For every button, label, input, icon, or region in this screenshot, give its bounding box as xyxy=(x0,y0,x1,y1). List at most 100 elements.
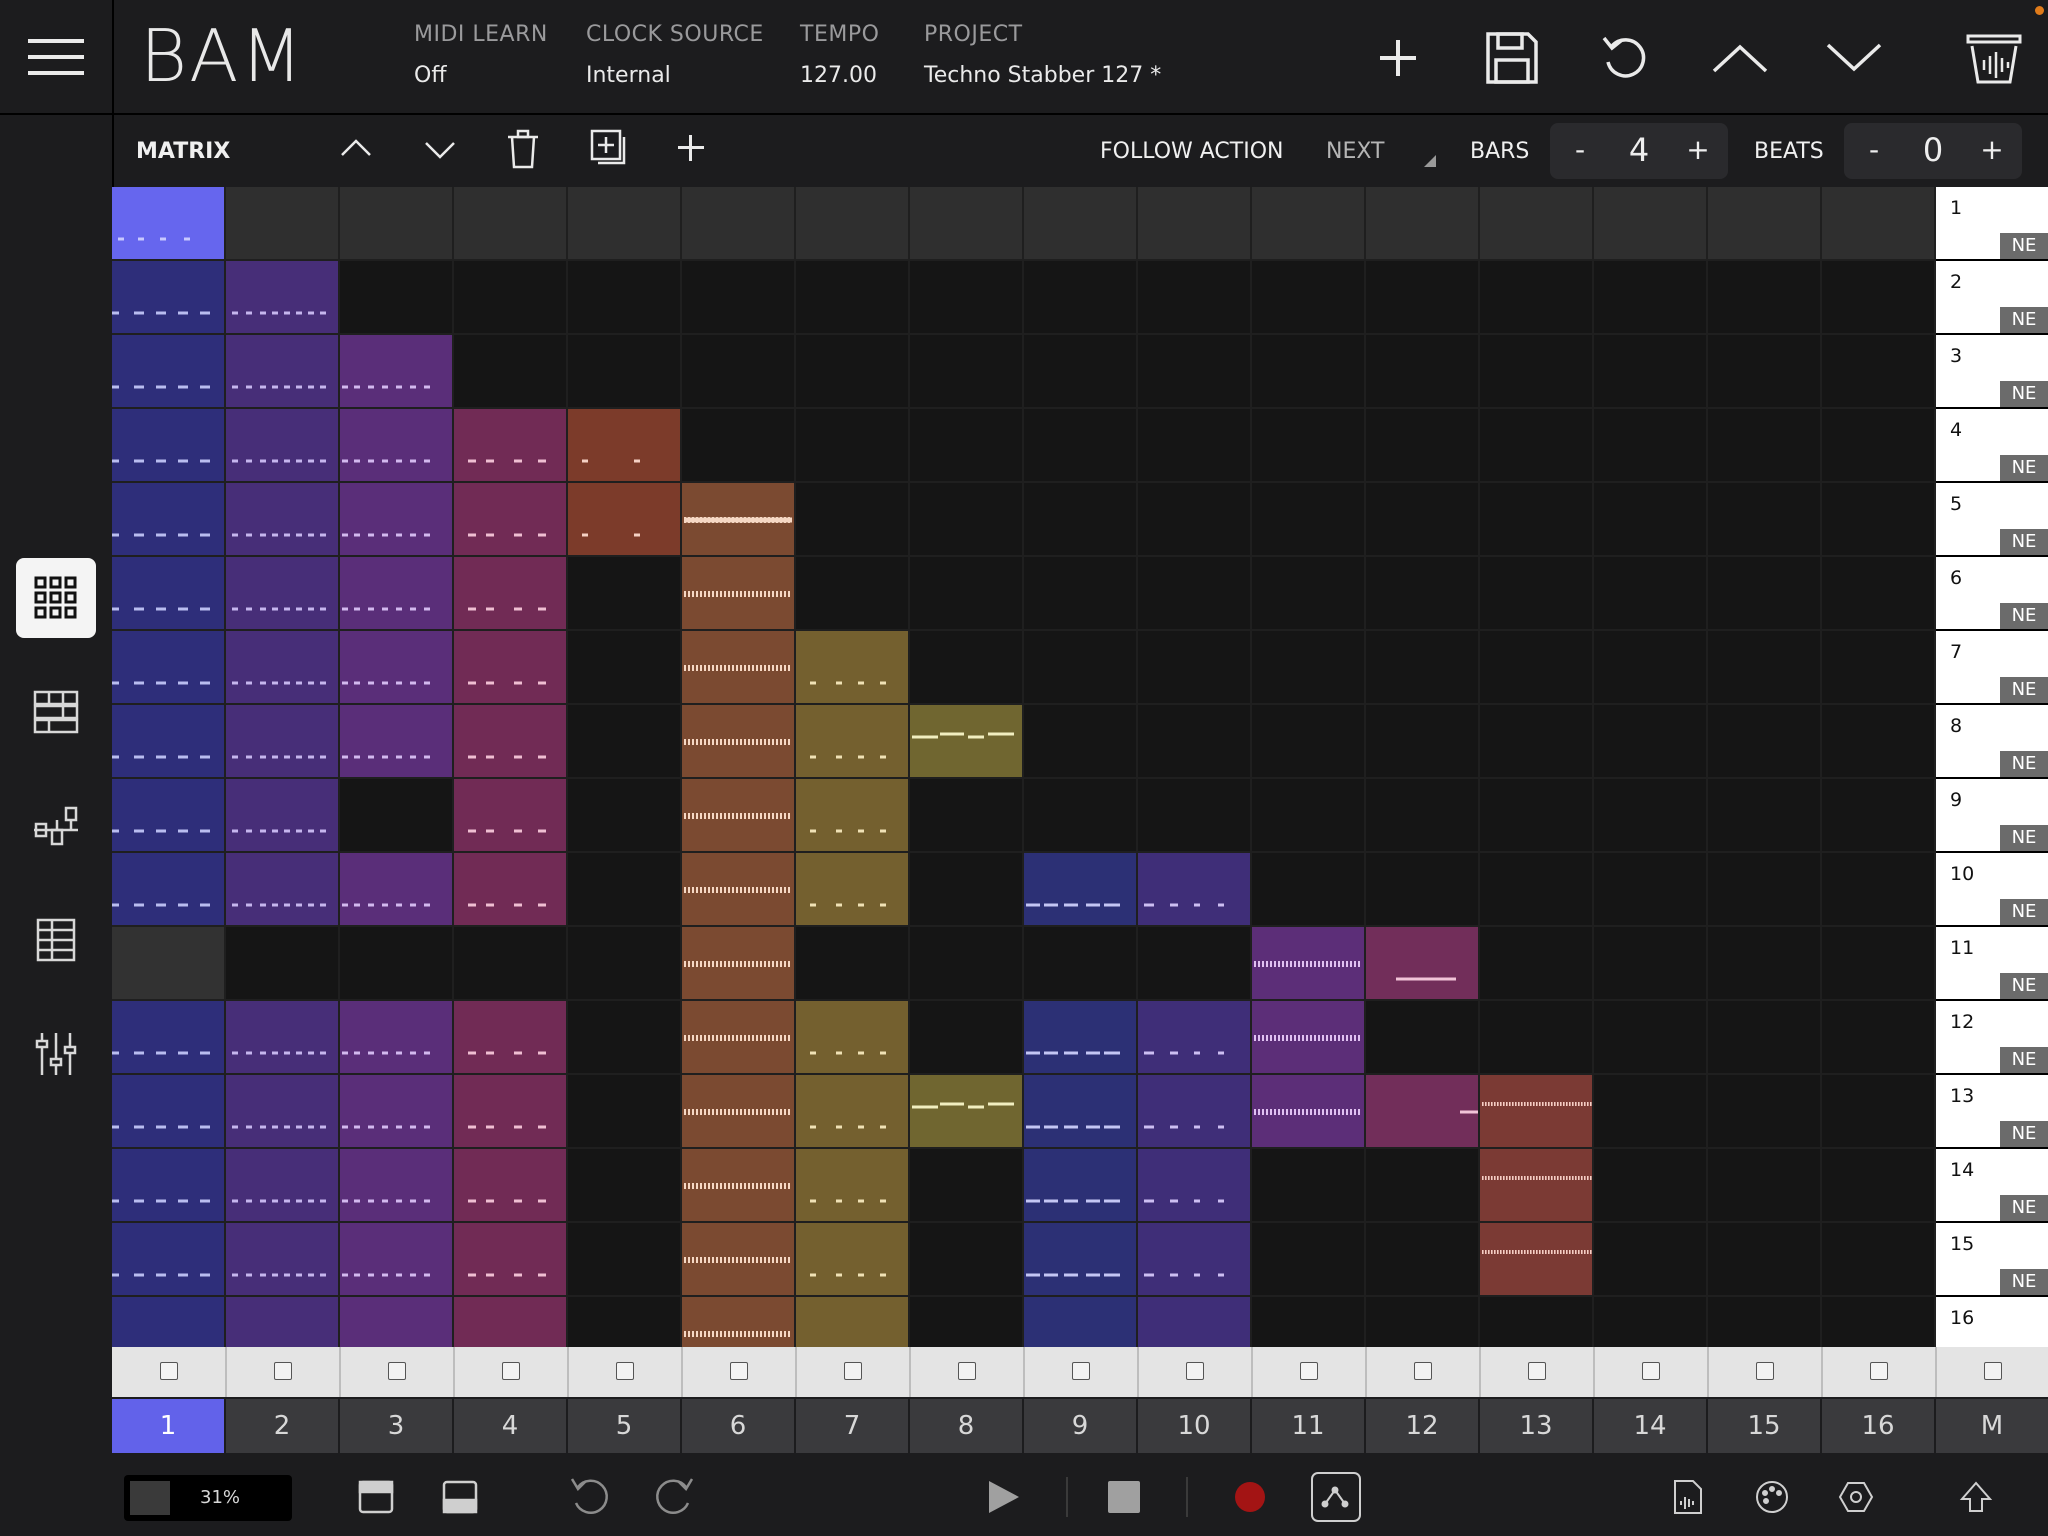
clip-slot-empty[interactable] xyxy=(1822,335,1936,409)
clip-slot-empty[interactable] xyxy=(1252,409,1366,483)
clip-slot[interactable] xyxy=(340,705,454,779)
clip-slot-empty[interactable] xyxy=(1708,1149,1822,1223)
clip-slot-empty[interactable] xyxy=(1252,1149,1366,1223)
clip-slot-empty[interactable] xyxy=(1024,187,1138,261)
clip-slot[interactable] xyxy=(1252,927,1366,1001)
clip-slot[interactable] xyxy=(454,483,568,557)
clip-slot[interactable] xyxy=(112,261,226,335)
clip-slot[interactable] xyxy=(1252,1001,1366,1075)
clip-slot-empty[interactable] xyxy=(1708,705,1822,779)
clip-slot-empty[interactable] xyxy=(1024,483,1138,557)
clip-slot-empty[interactable] xyxy=(1708,261,1822,335)
clip-slot-empty[interactable] xyxy=(1708,1075,1822,1149)
clip-slot-empty[interactable] xyxy=(568,1297,682,1347)
clip-slot[interactable] xyxy=(682,1223,796,1297)
project-field[interactable]: PROJECT Techno Stabber 127 * xyxy=(924,22,1161,88)
clip-slot-empty[interactable] xyxy=(1594,853,1708,927)
clip-slot-empty[interactable] xyxy=(1822,483,1936,557)
clip-slot-empty[interactable] xyxy=(1822,927,1936,1001)
scene-follow-action-badge[interactable]: NE xyxy=(2000,381,2048,407)
clip-slot-empty[interactable] xyxy=(1594,409,1708,483)
automation-button[interactable] xyxy=(1306,1467,1366,1527)
clip-slot[interactable] xyxy=(796,1149,910,1223)
clip-slot[interactable] xyxy=(682,557,796,631)
track-stop-checkbox[interactable] xyxy=(1528,1362,1546,1380)
clip-slot[interactable] xyxy=(340,335,454,409)
scene-down-button[interactable] xyxy=(1822,26,1886,90)
clip-slot-empty[interactable] xyxy=(1480,187,1594,261)
clip-slot[interactable] xyxy=(796,779,910,853)
clip-slot[interactable] xyxy=(226,779,340,853)
clip-slot[interactable] xyxy=(1480,1149,1594,1223)
clip-slot[interactable] xyxy=(1024,1149,1138,1223)
clip-slot[interactable] xyxy=(796,1075,910,1149)
clip-slot[interactable] xyxy=(112,409,226,483)
play-button[interactable] xyxy=(974,1467,1034,1527)
clip-slot-empty[interactable] xyxy=(1822,631,1936,705)
clip-slot-empty[interactable] xyxy=(1480,705,1594,779)
clear-basket-button[interactable] xyxy=(1962,26,2026,90)
clip-slot-empty[interactable] xyxy=(340,187,454,261)
clip-slot[interactable] xyxy=(682,483,796,557)
track-stop-checkbox[interactable] xyxy=(1300,1362,1318,1380)
clip-slot-empty[interactable] xyxy=(1138,779,1252,853)
clip-slot-empty[interactable] xyxy=(340,779,454,853)
scene-launch-cell[interactable]: 16 xyxy=(1936,1297,2048,1347)
clip-slot-empty[interactable] xyxy=(1594,335,1708,409)
scene-follow-action-badge[interactable]: NE xyxy=(2000,825,2048,851)
scene-launch-cell[interactable]: 6 NE xyxy=(1936,557,2048,629)
clip-slot[interactable] xyxy=(1138,1075,1252,1149)
clip-slot[interactable] xyxy=(796,1001,910,1075)
scene-launch-cell[interactable]: 2 NE xyxy=(1936,261,2048,333)
clip-slot[interactable] xyxy=(682,779,796,853)
clip-slot-empty[interactable] xyxy=(910,927,1024,1001)
clip-slot-empty[interactable] xyxy=(1480,927,1594,1001)
clip-slot-empty[interactable] xyxy=(910,1149,1024,1223)
clip-slot[interactable] xyxy=(226,557,340,631)
clip-slot-empty[interactable] xyxy=(1822,779,1936,853)
move-down-button[interactable] xyxy=(422,131,462,171)
clip-slot[interactable] xyxy=(112,483,226,557)
track-tab[interactable]: 8 xyxy=(910,1399,1022,1453)
scene-follow-action-badge[interactable]: NE xyxy=(2000,455,2048,481)
clip-slot-empty[interactable] xyxy=(1708,1001,1822,1075)
clip-slot[interactable] xyxy=(454,1223,568,1297)
clip-slot-empty[interactable] xyxy=(1822,1001,1936,1075)
clip-slot-empty[interactable] xyxy=(1822,187,1936,261)
clip-slot[interactable] xyxy=(1366,927,1480,1001)
clip-slot-empty[interactable] xyxy=(1366,483,1480,557)
clip-slot-empty[interactable] xyxy=(1594,557,1708,631)
clip-slot-empty[interactable] xyxy=(796,261,910,335)
clip-slot-empty[interactable] xyxy=(1594,927,1708,1001)
clip-slot-empty[interactable] xyxy=(568,1075,682,1149)
clip-slot[interactable] xyxy=(682,1075,796,1149)
track-tab[interactable]: 5 xyxy=(568,1399,680,1453)
clip-slot[interactable] xyxy=(226,1075,340,1149)
clip-slot[interactable] xyxy=(1024,853,1138,927)
stop-button[interactable] xyxy=(1094,1467,1154,1527)
clip-slot[interactable] xyxy=(568,483,682,557)
clip-slot-empty[interactable] xyxy=(1024,409,1138,483)
track-tab[interactable]: 1 xyxy=(112,1399,224,1453)
track-tab[interactable]: 9 xyxy=(1024,1399,1136,1453)
clip-slot-empty[interactable] xyxy=(910,409,1024,483)
scene-launch-cell[interactable]: 14 NE xyxy=(1936,1149,2048,1221)
clip-slot-empty[interactable] xyxy=(1366,557,1480,631)
clip-slot[interactable] xyxy=(226,1223,340,1297)
clip-slot-empty[interactable] xyxy=(1138,557,1252,631)
clip-slot[interactable] xyxy=(454,779,568,853)
scene-follow-action-badge[interactable]: NE xyxy=(2000,751,2048,777)
clip-slot-empty[interactable] xyxy=(1024,335,1138,409)
clip-slot[interactable] xyxy=(682,927,796,1001)
clip-slot[interactable] xyxy=(112,1001,226,1075)
clip-slot-empty[interactable] xyxy=(910,1297,1024,1347)
clip-slot-empty[interactable] xyxy=(1594,705,1708,779)
midi-learn-field[interactable]: MIDI LEARN Off xyxy=(414,22,548,88)
clip-slot-empty[interactable] xyxy=(1708,557,1822,631)
clip-slot[interactable] xyxy=(112,1297,226,1347)
record-button[interactable] xyxy=(1220,1467,1280,1527)
scene-launch-cell[interactable]: 13 NE xyxy=(1936,1075,2048,1147)
follow-action-select[interactable]: NEXT xyxy=(1326,139,1384,164)
clip-slot-empty[interactable] xyxy=(568,335,682,409)
clip-slot-empty[interactable] xyxy=(1252,261,1366,335)
